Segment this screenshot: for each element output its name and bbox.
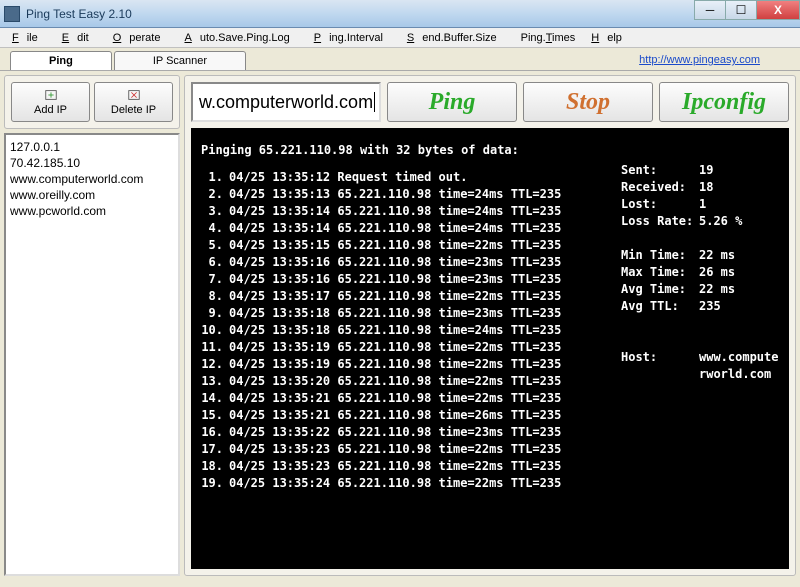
- terminal-line: 10.04/25 13:35:18 65.221.110.98 time=24m…: [201, 322, 621, 339]
- delete-ip-button[interactable]: Delete IP: [94, 82, 173, 122]
- terminal-line: 14.04/25 13:35:21 65.221.110.98 time=22m…: [201, 390, 621, 407]
- terminal-line: 6.04/25 13:35:16 65.221.110.98 time=23ms…: [201, 254, 621, 271]
- terminal-line: 19.04/25 13:35:24 65.221.110.98 time=22m…: [201, 475, 621, 492]
- close-button[interactable]: X: [756, 0, 800, 20]
- tab-bar: Ping IP Scanner http://www.pingeasy.com: [0, 48, 800, 70]
- app-icon: [4, 6, 20, 22]
- title-bar: Ping Test Easy 2.10 ─ ☐ X: [0, 0, 800, 28]
- maximize-button[interactable]: ☐: [725, 0, 757, 20]
- add-icon: [44, 88, 58, 102]
- list-item[interactable]: 127.0.0.1: [10, 139, 174, 155]
- stop-button[interactable]: Stop: [523, 82, 653, 122]
- menu-interval[interactable]: Ping.Interval: [306, 30, 399, 46]
- terminal-line: 9.04/25 13:35:18 65.221.110.98 time=23ms…: [201, 305, 621, 322]
- menu-operate[interactable]: Operate: [105, 30, 177, 46]
- list-item[interactable]: www.oreilly.com: [10, 187, 174, 203]
- terminal-line: 1.04/25 13:35:12 Request timed out.: [201, 169, 621, 186]
- ping-button[interactable]: Ping: [387, 82, 517, 122]
- list-item[interactable]: 70.42.185.10: [10, 155, 174, 171]
- delete-icon: [127, 88, 141, 102]
- add-ip-button[interactable]: Add IP: [11, 82, 90, 122]
- terminal-line: 4.04/25 13:35:14 65.221.110.98 time=24ms…: [201, 220, 621, 237]
- terminal-line: 12.04/25 13:35:19 65.221.110.98 time=22m…: [201, 356, 621, 373]
- menu-edit[interactable]: Edit: [54, 30, 105, 46]
- terminal-line: 17.04/25 13:35:23 65.221.110.98 time=22m…: [201, 441, 621, 458]
- terminal-line: 18.04/25 13:35:23 65.221.110.98 time=22m…: [201, 458, 621, 475]
- terminal-line: 15.04/25 13:35:21 65.221.110.98 time=26m…: [201, 407, 621, 424]
- terminal-header: Pinging 65.221.110.98 with 32 bytes of d…: [201, 142, 621, 159]
- menu-file[interactable]: File: [4, 30, 54, 46]
- host-input[interactable]: w.computerworld.com: [191, 82, 381, 122]
- menu-help[interactable]: Help: [583, 30, 638, 46]
- terminal-line: 11.04/25 13:35:19 65.221.110.98 time=22m…: [201, 339, 621, 356]
- menu-times[interactable]: Ping.Times: [513, 30, 584, 46]
- window-title: Ping Test Easy 2.10: [26, 7, 132, 21]
- terminal-line: 13.04/25 13:35:20 65.221.110.98 time=22m…: [201, 373, 621, 390]
- terminal-line: 5.04/25 13:35:15 65.221.110.98 time=22ms…: [201, 237, 621, 254]
- ipconfig-button[interactable]: Ipconfig: [659, 82, 789, 122]
- website-link[interactable]: http://www.pingeasy.com: [639, 54, 760, 70]
- terminal-line: 2.04/25 13:35:13 65.221.110.98 time=24ms…: [201, 186, 621, 203]
- terminal-output: Pinging 65.221.110.98 with 32 bytes of d…: [191, 128, 789, 569]
- ip-listbox[interactable]: 127.0.0.1 70.42.185.10 www.computerworld…: [4, 133, 180, 576]
- list-item[interactable]: www.pcworld.com: [10, 203, 174, 219]
- tab-ping[interactable]: Ping: [10, 51, 112, 70]
- minimize-button[interactable]: ─: [694, 0, 726, 20]
- stats-panel: Sent:19 Received:18 Lost:1 Loss Rate:5.2…: [621, 142, 779, 559]
- terminal-line: 7.04/25 13:35:16 65.221.110.98 time=23ms…: [201, 271, 621, 288]
- menu-autosave[interactable]: Auto.Save.Ping.Log: [176, 30, 305, 46]
- terminal-line: 3.04/25 13:35:14 65.221.110.98 time=24ms…: [201, 203, 621, 220]
- tab-ip-scanner[interactable]: IP Scanner: [114, 51, 246, 70]
- list-item[interactable]: www.computerworld.com: [10, 171, 174, 187]
- menu-buffer[interactable]: Send.Buffer.Size: [399, 30, 513, 46]
- terminal-line: 16.04/25 13:35:22 65.221.110.98 time=23m…: [201, 424, 621, 441]
- menu-bar: File Edit Operate Auto.Save.Ping.Log Pin…: [0, 28, 800, 48]
- terminal-line: 8.04/25 13:35:17 65.221.110.98 time=22ms…: [201, 288, 621, 305]
